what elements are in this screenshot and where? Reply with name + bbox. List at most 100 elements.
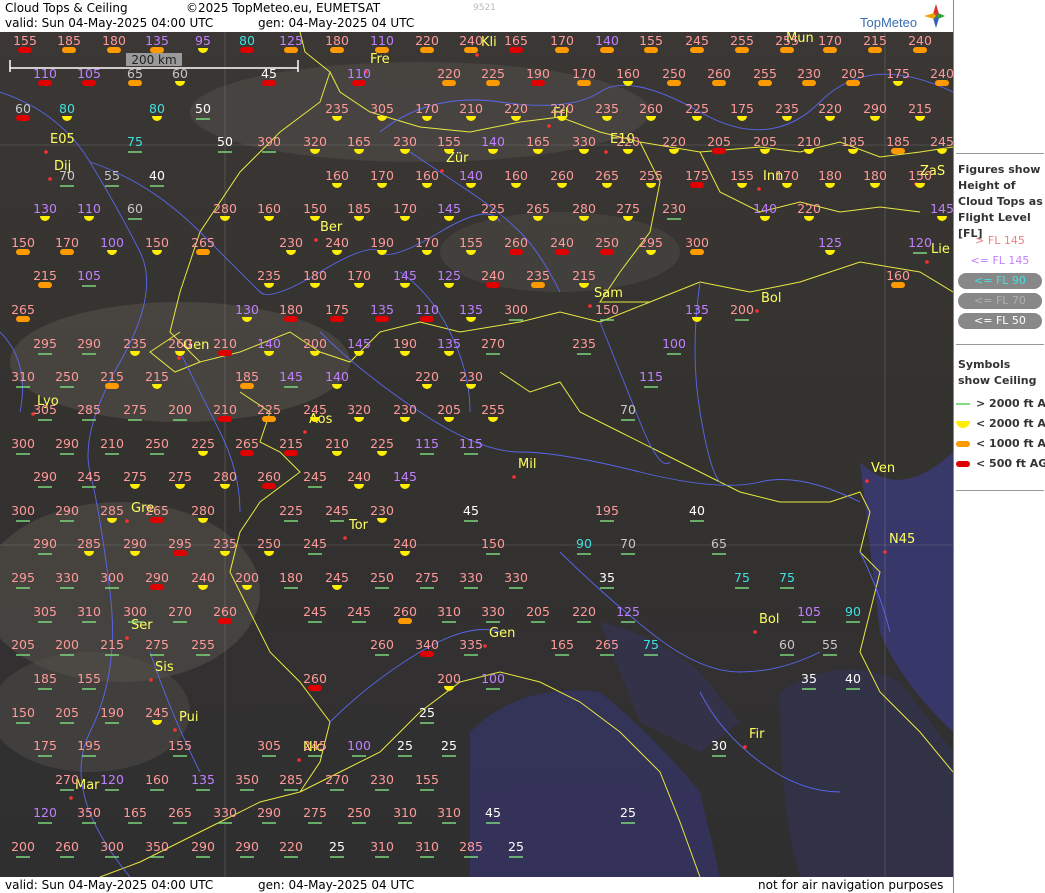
flight-level-value: 220 <box>279 839 303 854</box>
flight-level-value: 240 <box>908 33 932 48</box>
cloud-top-station: 300 <box>11 436 35 455</box>
copyright-text: ©2025 TopMeteo.eu, EUMETSAT <box>186 1 381 15</box>
flight-level-value: 250 <box>595 235 619 250</box>
cloud-top-station: 110 <box>370 33 394 53</box>
flight-level-value: 175 <box>730 101 754 116</box>
ceiling-red-icon <box>712 148 726 154</box>
figures-legend: Figures show Height of Cloud Tops as Fli… <box>956 153 1044 242</box>
cloud-top-station: 200 <box>730 302 754 321</box>
cloud-top-station: 135 <box>191 772 215 791</box>
city-label: Kli <box>481 35 497 50</box>
ceiling-orange-icon <box>758 80 772 86</box>
ceiling-halfdisc-icon <box>40 216 50 221</box>
flight-level-value: 160 <box>886 268 910 283</box>
cloud-top-station: 25 <box>419 705 435 724</box>
flight-level-value: 200 <box>303 336 327 351</box>
city-marker: Bol <box>755 291 781 313</box>
cloud-top-station: 275 <box>123 469 147 489</box>
city-label: N45 <box>889 532 915 547</box>
flight-level-value: 220 <box>616 134 640 149</box>
ceiling-halfdisc-icon <box>152 250 162 255</box>
cloud-top-station: 245 <box>77 469 101 488</box>
fl-legend-item: <= FL 145 <box>970 254 1030 267</box>
ceiling-orange-icon <box>107 47 121 53</box>
cloud-top-station: 260 <box>303 671 327 691</box>
flight-level-value: 75 <box>643 637 659 652</box>
city-label: Mil <box>518 457 536 472</box>
flight-level-value: 185 <box>347 201 371 216</box>
flight-level-value: 65 <box>127 66 143 81</box>
flight-level-value: 175 <box>886 66 910 81</box>
flight-level-value: 145 <box>347 336 371 351</box>
ceiling-orange-icon <box>935 80 949 86</box>
flight-level-value: 185 <box>57 33 81 48</box>
flight-level-value: 300 <box>504 302 528 317</box>
cloud-top-station: 105 <box>797 604 821 623</box>
cloud-top-station: 335 <box>459 637 483 656</box>
cloud-top-station: 230 <box>459 369 483 389</box>
flight-level-value: 270 <box>168 604 192 619</box>
footer-bar: valid: Sun 04-May-2025 04:00 UTC gen: 04… <box>0 877 953 893</box>
cloud-top-station: 180 <box>102 33 126 53</box>
flight-level-value: 290 <box>55 436 79 451</box>
ceiling-orange-icon <box>150 47 164 53</box>
cloud-top-station: 175 <box>730 101 754 121</box>
flight-level-value: 185 <box>886 134 910 149</box>
flight-level-value: 50 <box>217 134 233 149</box>
ceiling-orange-icon <box>667 80 681 86</box>
flight-level-value: 170 <box>572 66 596 81</box>
flight-level-value: 245 <box>303 402 327 417</box>
city-label: Sis <box>155 660 174 675</box>
ceiling-halfdisc-icon <box>332 384 342 389</box>
flight-level-value: 255 <box>753 66 777 81</box>
cloud-top-station: 270 <box>481 336 505 355</box>
cloud-top-station: 220 <box>797 201 821 221</box>
flight-level-value: 260 <box>303 671 327 686</box>
map-area[interactable]: 200 km Kli Mun Fre E05 Frl Zür E10 Dij Inn ZaS Ber… <box>0 32 953 877</box>
flight-level-value: 135 <box>685 302 709 317</box>
ceiling-red-icon <box>486 282 500 288</box>
flight-level-value: 105 <box>77 268 101 283</box>
flight-level-value: 160 <box>257 201 281 216</box>
flight-level-value: 125 <box>616 604 640 619</box>
flight-level-value: 330 <box>481 604 505 619</box>
cloud-top-station: 220 <box>572 604 596 623</box>
city-marker: E05 <box>44 132 75 154</box>
half-disc-icon <box>956 420 970 428</box>
ceiling-red-icon <box>16 115 30 121</box>
flight-level-value: 250 <box>370 570 394 585</box>
cloud-top-station: 165 <box>123 805 147 824</box>
cloud-top-station: 330 <box>504 570 528 589</box>
flight-level-value: 80 <box>59 101 75 116</box>
cloud-top-station: 190 <box>393 336 417 356</box>
ceiling-orange-icon <box>38 282 52 288</box>
cloud-top-station: 250 <box>347 805 371 824</box>
flight-level-value: 55 <box>822 637 838 652</box>
flight-level-value: 155 <box>77 671 101 686</box>
cloud-top-station: 225 <box>191 436 215 456</box>
cloud-top-station: 180 <box>279 570 303 589</box>
ceiling-legend-label: < 1000 ft AGL <box>976 437 1045 450</box>
cloud-top-station: 290 <box>235 839 259 858</box>
flight-level-value: 145 <box>437 201 461 216</box>
ceiling-halfdisc-icon <box>602 183 612 188</box>
ceiling-halfdisc-icon <box>377 518 387 523</box>
cloud-top-station: 55 <box>822 637 838 656</box>
flight-level-value: 170 <box>775 168 799 183</box>
flight-level-value: 200 <box>55 637 79 652</box>
cloud-top-station: 230 <box>370 503 394 523</box>
flight-level-value: 245 <box>325 503 349 518</box>
flight-level-value: 150 <box>11 235 35 250</box>
flight-level-value: 350 <box>235 772 259 787</box>
ceiling-red-icon <box>262 483 276 489</box>
ceiling-halfdisc-icon <box>646 116 656 121</box>
flight-level-value: 145 <box>930 201 953 216</box>
flight-level-value: 200 <box>235 570 259 585</box>
flight-level-value: 175 <box>325 302 349 317</box>
flight-level-value: 290 <box>77 336 101 351</box>
cloud-top-station: 125 <box>616 604 640 623</box>
ceiling-orange-icon <box>555 47 569 53</box>
cloud-top-station: 250 <box>145 436 169 455</box>
flight-level-value: 285 <box>77 402 101 417</box>
cloud-top-station: 75 <box>127 134 143 153</box>
